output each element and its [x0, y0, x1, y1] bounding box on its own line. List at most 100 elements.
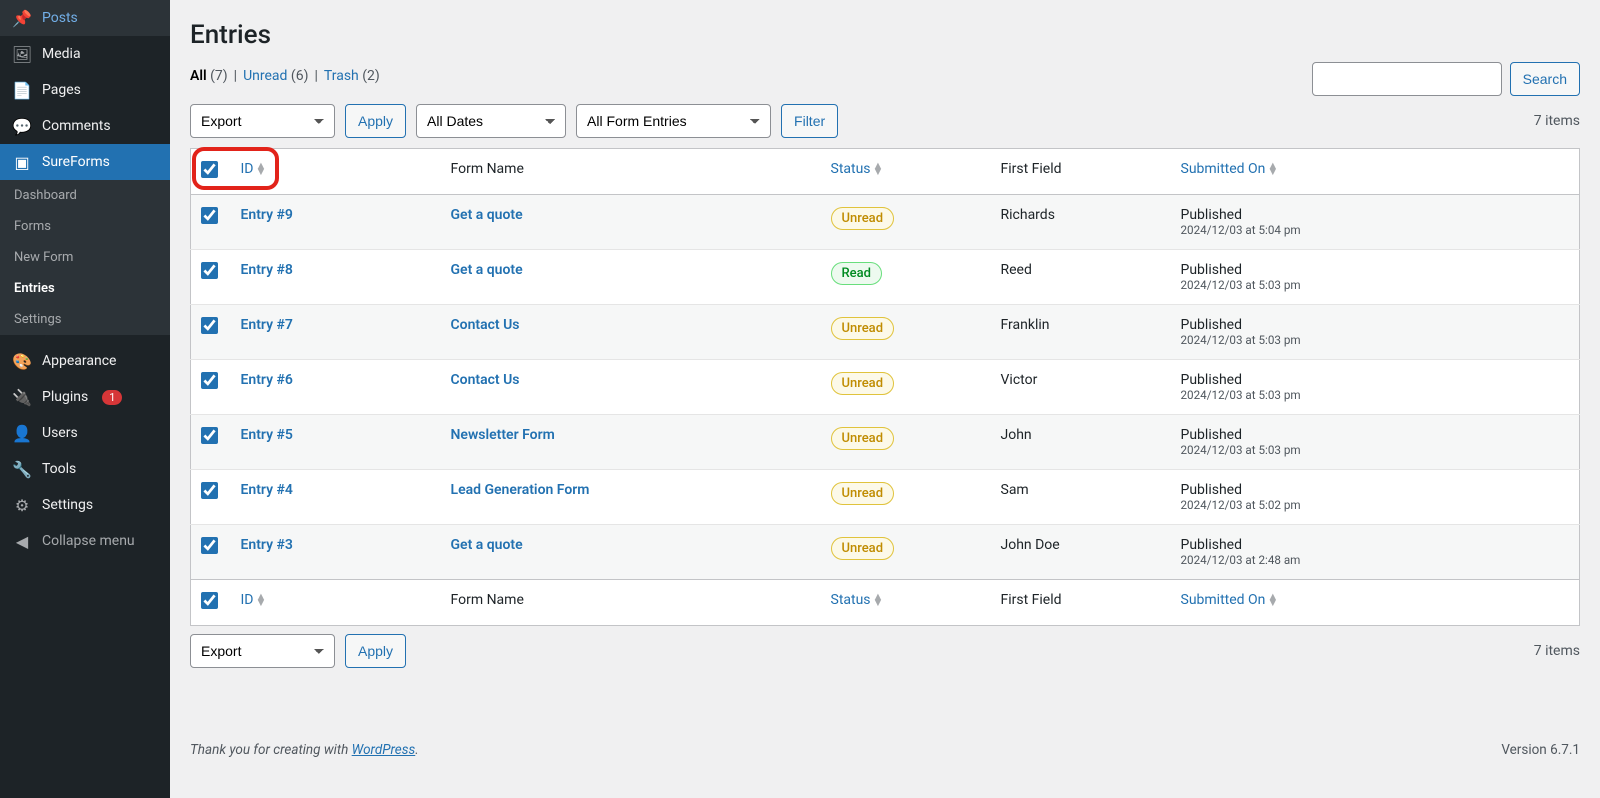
search-button[interactable]: Search — [1510, 62, 1580, 96]
column-submitted-on[interactable]: Submitted On▲▼ — [1181, 161, 1279, 177]
entry-form-link[interactable]: Get a quote — [451, 537, 523, 553]
items-count-bottom: 7 items — [1534, 643, 1580, 659]
tablenav-top: Export Apply All Dates All Form Entries … — [190, 104, 1580, 138]
admin-sidebar: 📌Posts🖼Media📄Pages💬Comments ▣ SureForms … — [0, 0, 170, 798]
status-badge: Unread — [831, 207, 895, 230]
column-first-field: First Field — [991, 149, 1171, 195]
row-checkbox[interactable] — [201, 372, 218, 389]
filter-all-count: (7) — [210, 68, 228, 84]
entry-form-link[interactable]: Lead Generation Form — [451, 482, 590, 498]
select-all-checkbox[interactable] — [201, 161, 218, 178]
column-submitted-on-bottom[interactable]: Submitted On▲▼ — [1181, 592, 1279, 608]
filter-all[interactable]: All — [190, 68, 207, 84]
submenu-item-forms[interactable]: Forms — [0, 211, 170, 242]
row-checkbox[interactable] — [201, 262, 218, 279]
row-checkbox[interactable] — [201, 482, 218, 499]
row-checkbox[interactable] — [201, 427, 218, 444]
sidebar-item-label: Appearance — [42, 353, 116, 369]
entry-id-link[interactable]: Entry #9 — [241, 207, 293, 223]
sort-icon: ▲▼ — [256, 594, 267, 606]
row-checkbox[interactable] — [201, 317, 218, 334]
update-badge: 1 — [102, 390, 122, 405]
sidebar-item-tools[interactable]: 🔧Tools — [0, 451, 170, 487]
row-checkbox[interactable] — [201, 207, 218, 224]
first-field-value: Sam — [991, 470, 1171, 525]
submitted-date: 2024/12/03 at 2:48 am — [1181, 553, 1570, 567]
settings-icon: ⚙ — [12, 495, 32, 515]
sidebar-item-label: Users — [42, 425, 78, 441]
entry-form-link[interactable]: Get a quote — [451, 262, 523, 278]
users-icon: 👤 — [12, 423, 32, 443]
sidebar-item-label: SureForms — [42, 154, 110, 170]
status-badge: Unread — [831, 537, 895, 560]
submenu-item-dashboard[interactable]: Dashboard — [0, 180, 170, 211]
sidebar-item-plugins[interactable]: 🔌Plugins1 — [0, 379, 170, 415]
appearance-icon: 🎨 — [12, 351, 32, 371]
date-filter-select[interactable]: All Dates — [416, 104, 566, 138]
form-filter-select[interactable]: All Form Entries — [576, 104, 771, 138]
select-all-checkbox-bottom[interactable] — [201, 592, 218, 609]
first-field-value: Victor — [991, 360, 1171, 415]
table-row: Entry #3 Get a quote Unread John Doe Pub… — [191, 525, 1580, 580]
sidebar-item-label: Tools — [42, 461, 76, 477]
filter-trash-count: (2) — [362, 68, 380, 84]
entry-form-link[interactable]: Contact Us — [451, 372, 520, 388]
sidebar-item-users[interactable]: 👤 Users — [0, 415, 170, 451]
entry-form-link[interactable]: Contact Us — [451, 317, 520, 333]
row-checkbox[interactable] — [201, 537, 218, 554]
table-row: Entry #9 Get a quote Unread Richards Pub… — [191, 195, 1580, 250]
apply-button[interactable]: Apply — [345, 104, 406, 138]
filter-button[interactable]: Filter — [781, 104, 838, 138]
sidebar-item-sureforms[interactable]: ▣ SureForms — [0, 144, 170, 180]
filter-trash[interactable]: Trash — [324, 68, 359, 84]
entry-id-link[interactable]: Entry #8 — [241, 262, 293, 278]
entry-id-link[interactable]: Entry #6 — [241, 372, 293, 388]
status-badge: Unread — [831, 427, 895, 450]
search-box: Search — [1312, 62, 1580, 96]
entry-form-link[interactable]: Get a quote — [451, 207, 523, 223]
column-id-bottom[interactable]: ID▲▼ — [241, 592, 267, 608]
bulk-action-select-bottom[interactable]: Export — [190, 634, 335, 668]
column-status[interactable]: Status▲▼ — [831, 161, 884, 177]
footer-wordpress-link[interactable]: WordPress — [352, 742, 416, 758]
bulk-action-select[interactable]: Export — [190, 104, 335, 138]
column-id[interactable]: ID▲▼ — [241, 161, 267, 177]
entry-form-link[interactable]: Newsletter Form — [451, 427, 555, 443]
collapse-menu[interactable]: ◀ Collapse menu — [0, 523, 170, 559]
published-label: Published — [1181, 317, 1242, 333]
submenu-item-entries[interactable]: Entries — [0, 273, 170, 304]
entry-id-link[interactable]: Entry #5 — [241, 427, 293, 443]
sidebar-item-appearance[interactable]: 🎨 Appearance — [0, 343, 170, 379]
status-badge: Unread — [831, 372, 895, 395]
column-status-bottom[interactable]: Status▲▼ — [831, 592, 884, 608]
sidebar-item-label: Dashboard — [14, 188, 77, 203]
sidebar-item-comments[interactable]: 💬Comments — [0, 108, 170, 144]
submenu-item-new-form[interactable]: New Form — [0, 242, 170, 273]
entry-id-link[interactable]: Entry #4 — [241, 482, 293, 498]
sort-icon: ▲▼ — [256, 163, 267, 175]
sidebar-item-pages[interactable]: 📄Pages — [0, 72, 170, 108]
first-field-value: Franklin — [991, 305, 1171, 360]
main-content: Entries All (7) | Unread (6) | Trash (2)… — [170, 0, 1600, 798]
filter-unread[interactable]: Unread — [243, 68, 287, 84]
sidebar-item-media[interactable]: 🖼Media — [0, 36, 170, 72]
entry-id-link[interactable]: Entry #7 — [241, 317, 293, 333]
sort-icon: ▲▼ — [873, 163, 884, 175]
sidebar-item-posts[interactable]: 📌Posts — [0, 0, 170, 36]
search-input[interactable] — [1312, 62, 1502, 96]
comments-icon: 💬 — [12, 116, 32, 136]
submitted-date: 2024/12/03 at 5:03 pm — [1181, 333, 1570, 347]
first-field-value: John — [991, 415, 1171, 470]
footer-thanks-post: . — [415, 742, 418, 758]
sidebar-item-settings[interactable]: ⚙ Settings — [0, 487, 170, 523]
sidebar-item-label: Settings — [42, 497, 93, 513]
entry-id-link[interactable]: Entry #3 — [241, 537, 293, 553]
published-label: Published — [1181, 427, 1242, 443]
column-form-name: Form Name — [441, 149, 821, 195]
filter-unread-count: (6) — [291, 68, 309, 84]
sidebar-item-label: Media — [42, 46, 81, 62]
submenu-item-settings[interactable]: Settings — [0, 304, 170, 335]
column-first-field-bottom: First Field — [991, 580, 1171, 626]
apply-button-bottom[interactable]: Apply — [345, 634, 406, 668]
column-form-name-bottom: Form Name — [441, 580, 821, 626]
